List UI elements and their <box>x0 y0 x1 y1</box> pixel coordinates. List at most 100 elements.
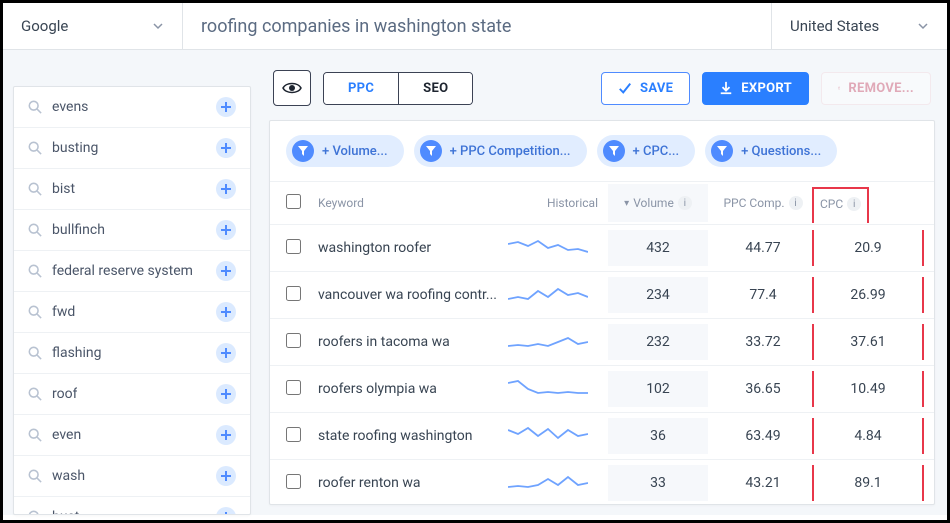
sort-desc-icon: ▾ <box>624 198 629 209</box>
add-icon[interactable] <box>216 302 236 322</box>
table-row: vancouver wa roofing contr... 234 77.4 2… <box>270 272 934 319</box>
row-checkbox[interactable] <box>286 286 301 301</box>
add-icon[interactable] <box>216 384 236 404</box>
search-icon <box>28 264 42 278</box>
sidebar-item[interactable]: roof <box>14 373 250 414</box>
add-icon[interactable] <box>216 179 236 199</box>
historical-cell <box>508 376 608 402</box>
keyword-cell[interactable]: state roofing washington <box>318 428 508 444</box>
engine-select[interactable]: Google <box>3 3 183 49</box>
filter-chip-label: + PPC Competition... <box>450 144 571 159</box>
select-all-checkbox[interactable] <box>286 194 301 209</box>
sidebar-item-label: busting <box>52 140 98 156</box>
col-cpc[interactable]: CPC i <box>818 195 918 211</box>
search-icon <box>28 469 42 483</box>
add-icon[interactable] <box>216 343 236 363</box>
cpc-cell: 4.84 <box>812 418 924 454</box>
volume-cell: 102 <box>608 371 708 407</box>
sidebar-item-label: even <box>52 427 81 443</box>
info-icon: i <box>789 196 803 210</box>
chevron-down-icon <box>152 20 164 32</box>
filter-chip-label: + Questions... <box>741 144 821 159</box>
row-checkbox[interactable] <box>286 474 301 489</box>
tab-seo[interactable]: SEO <box>399 73 472 104</box>
sidebar-item-label: bist <box>52 181 75 197</box>
visibility-toggle[interactable] <box>273 70 311 106</box>
filter-chip-label: + Volume... <box>322 144 388 159</box>
search-query[interactable]: roofing companies in washington state <box>183 3 771 49</box>
add-icon[interactable] <box>216 466 236 486</box>
sidebar-item[interactable]: fwd <box>14 291 250 332</box>
sidebar-item[interactable]: bust <box>14 496 250 515</box>
filter-icon <box>711 140 733 162</box>
ppc-comp-cell: 36.65 <box>708 381 818 397</box>
search-query-text: roofing companies in washington state <box>201 16 511 37</box>
table-header: Keyword Historical ▾ Volume i PPC Comp. … <box>270 182 934 225</box>
main-panel: PPC SEO SAVE EXPORT REMOVE... + Volume..… <box>259 50 947 515</box>
volume-cell: 36 <box>608 418 708 454</box>
filter-icon <box>420 140 442 162</box>
table-body: washington roofer 432 44.77 20.9 vancouv… <box>270 225 934 505</box>
search-icon <box>28 510 42 515</box>
row-checkbox[interactable] <box>286 333 301 348</box>
add-icon[interactable] <box>216 261 236 281</box>
search-icon <box>28 100 42 114</box>
volume-cell: 234 <box>608 277 708 313</box>
results-panel: + Volume... + PPC Competition... + CPC... +… <box>269 120 935 505</box>
export-button[interactable]: EXPORT <box>702 72 809 105</box>
cpc-cell: 20.9 <box>812 230 924 266</box>
keyword-cell[interactable]: roofers in tacoma wa <box>318 334 508 350</box>
add-icon[interactable] <box>216 138 236 158</box>
export-label: EXPORT <box>741 81 792 96</box>
table-row: washington roofer 432 44.77 20.9 <box>270 225 934 272</box>
sidebar-item[interactable]: bist <box>14 168 250 209</box>
ppc-comp-cell: 63.49 <box>708 428 818 444</box>
sidebar-item[interactable]: even <box>14 414 250 455</box>
remove-button: REMOVE... <box>821 72 931 105</box>
col-keyword[interactable]: Keyword <box>318 196 508 210</box>
eye-icon <box>282 81 302 95</box>
save-label: SAVE <box>640 81 673 96</box>
region-label: United States <box>790 17 879 35</box>
keyword-cell[interactable]: roofers olympia wa <box>318 381 508 397</box>
cpc-cell: 37.61 <box>812 324 924 360</box>
search-icon <box>28 141 42 155</box>
sidebar-item[interactable]: busting <box>14 127 250 168</box>
historical-cell <box>508 235 608 261</box>
chevron-down-icon <box>917 20 929 32</box>
ppc-comp-cell: 77.4 <box>708 287 818 303</box>
sidebar-item[interactable]: wash <box>14 455 250 496</box>
table-row: roofers in tacoma wa 232 33.72 37.61 <box>270 319 934 366</box>
sidebar-item[interactable]: flashing <box>14 332 250 373</box>
tab-ppc[interactable]: PPC <box>324 73 399 104</box>
add-icon[interactable] <box>216 425 236 445</box>
add-icon[interactable] <box>216 220 236 240</box>
add-icon[interactable] <box>216 97 236 117</box>
col-historical[interactable]: Historical <box>508 196 608 210</box>
remove-label: REMOVE... <box>848 81 914 96</box>
sidebar-item[interactable]: evens <box>14 87 250 127</box>
filter-chip[interactable]: + Volume... <box>286 135 404 167</box>
ppc-comp-cell: 43.21 <box>708 475 818 491</box>
sidebar-item[interactable]: federal reserve system <box>14 250 250 291</box>
row-checkbox[interactable] <box>286 380 301 395</box>
filter-chip[interactable]: + CPC... <box>597 135 696 167</box>
table-row: state roofing washington 36 63.49 4.84 <box>270 413 934 460</box>
filter-chip[interactable]: + PPC Competition... <box>414 135 587 167</box>
keyword-cell[interactable]: roofer renton wa <box>318 475 508 491</box>
volume-cell: 33 <box>608 465 708 501</box>
col-volume[interactable]: ▾ Volume i <box>608 184 708 222</box>
historical-cell <box>508 423 608 449</box>
sidebar-item[interactable]: bullfinch <box>14 209 250 250</box>
row-checkbox[interactable] <box>286 239 301 254</box>
region-select[interactable]: United States <box>771 3 947 49</box>
filter-chip[interactable]: + Questions... <box>705 135 837 167</box>
col-ppc-comp[interactable]: PPC Comp. i <box>708 196 818 210</box>
keyword-cell[interactable]: vancouver wa roofing contr... <box>318 287 508 303</box>
keyword-cell[interactable]: washington roofer <box>318 240 508 256</box>
save-button[interactable]: SAVE <box>601 72 690 105</box>
trash-icon <box>838 81 840 95</box>
sidebar-item-label: federal reserve system <box>52 263 193 279</box>
row-checkbox[interactable] <box>286 427 301 442</box>
add-icon[interactable] <box>216 507 236 515</box>
